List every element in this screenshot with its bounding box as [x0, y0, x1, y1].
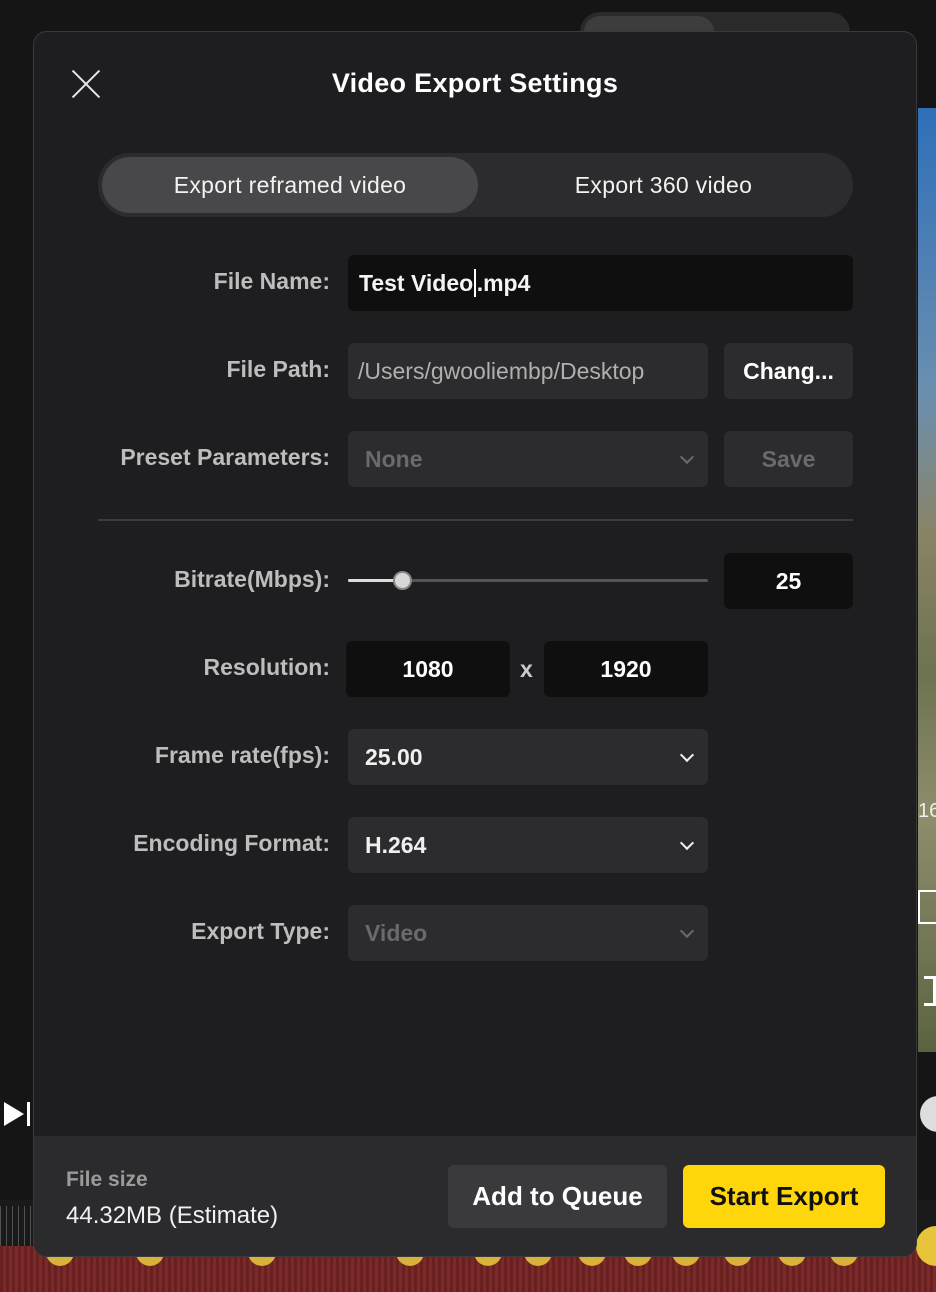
bitrate-slider[interactable] — [348, 571, 708, 590]
frame-rate-select[interactable]: 25.00 — [348, 729, 708, 785]
bitrate-input[interactable]: 25 — [724, 553, 853, 609]
chevron-down-icon — [679, 835, 695, 851]
encoding-value: H.264 — [365, 831, 427, 858]
play-bar-icon — [27, 1102, 30, 1126]
resolution-height-input[interactable]: 1920 — [544, 641, 708, 697]
change-path-button[interactable]: Chang... — [724, 343, 853, 399]
file-path-field: /Users/gwooliembp/Desktop — [348, 343, 708, 399]
background-fullscreen-icon — [924, 976, 936, 1006]
file-path-value: /Users/gwooliembp/Desktop — [358, 357, 645, 384]
resolution-width-input[interactable]: 1080 — [346, 641, 510, 697]
file-size-label: File size — [66, 1168, 148, 1191]
file-name-base: Test Video — [359, 269, 474, 296]
preset-value: None — [365, 445, 423, 472]
save-preset-button[interactable]: Save — [724, 431, 853, 487]
add-to-queue-button[interactable]: Add to Queue — [448, 1165, 667, 1228]
export-type-select[interactable]: Video — [348, 905, 708, 961]
start-export-button[interactable]: Start Export — [683, 1165, 885, 1228]
export-type-value: Video — [365, 919, 428, 946]
resolution-label: Resolution: — [203, 654, 331, 680]
dialog-footer: File size 44.32MB (Estimate) Add to Queu… — [34, 1136, 916, 1256]
export-settings-dialog: Video Export Settings Export reframed vi… — [33, 31, 917, 1257]
resolution-separator: x — [520, 656, 533, 682]
bitrate-slider-thumb[interactable] — [393, 571, 412, 590]
chevron-down-icon — [679, 747, 695, 763]
bitrate-label: Bitrate(Mbps): — [174, 566, 330, 592]
frame-rate-label: Frame rate(fps): — [154, 742, 330, 768]
background-close-icon — [918, 890, 936, 924]
bitrate-value: 25 — [775, 567, 802, 594]
tab-export-reframed[interactable]: Export reframed video — [102, 157, 478, 213]
file-path-label: File Path: — [226, 356, 330, 382]
frame-rate-value: 25.00 — [365, 743, 423, 770]
play-icon — [4, 1102, 24, 1126]
export-type-label: Export Type: — [191, 918, 330, 944]
file-name-input[interactable]: Test Video .mp4 — [348, 255, 853, 311]
dialog-title: Video Export Settings — [331, 68, 619, 98]
preset-label: Preset Parameters: — [120, 444, 330, 470]
encoding-label: Encoding Format: — [133, 830, 330, 856]
tab-export-360[interactable]: Export 360 video — [478, 157, 849, 213]
resolution-width: 1080 — [402, 655, 454, 682]
export-mode-toggle: Export reframed video Export 360 video — [98, 153, 853, 217]
background-preview-label: 16 — [918, 800, 936, 822]
chevron-down-icon — [679, 449, 695, 465]
file-name-label: File Name: — [213, 268, 330, 294]
file-name-ext: .mp4 — [476, 269, 531, 296]
file-size-value: 44.32MB (Estimate) — [66, 1202, 279, 1229]
encoding-select[interactable]: H.264 — [348, 817, 708, 873]
chevron-down-icon — [679, 923, 695, 939]
resolution-height: 1920 — [600, 655, 652, 682]
text-cursor — [474, 269, 476, 297]
section-divider — [98, 519, 853, 521]
preset-select[interactable]: None — [348, 431, 708, 487]
